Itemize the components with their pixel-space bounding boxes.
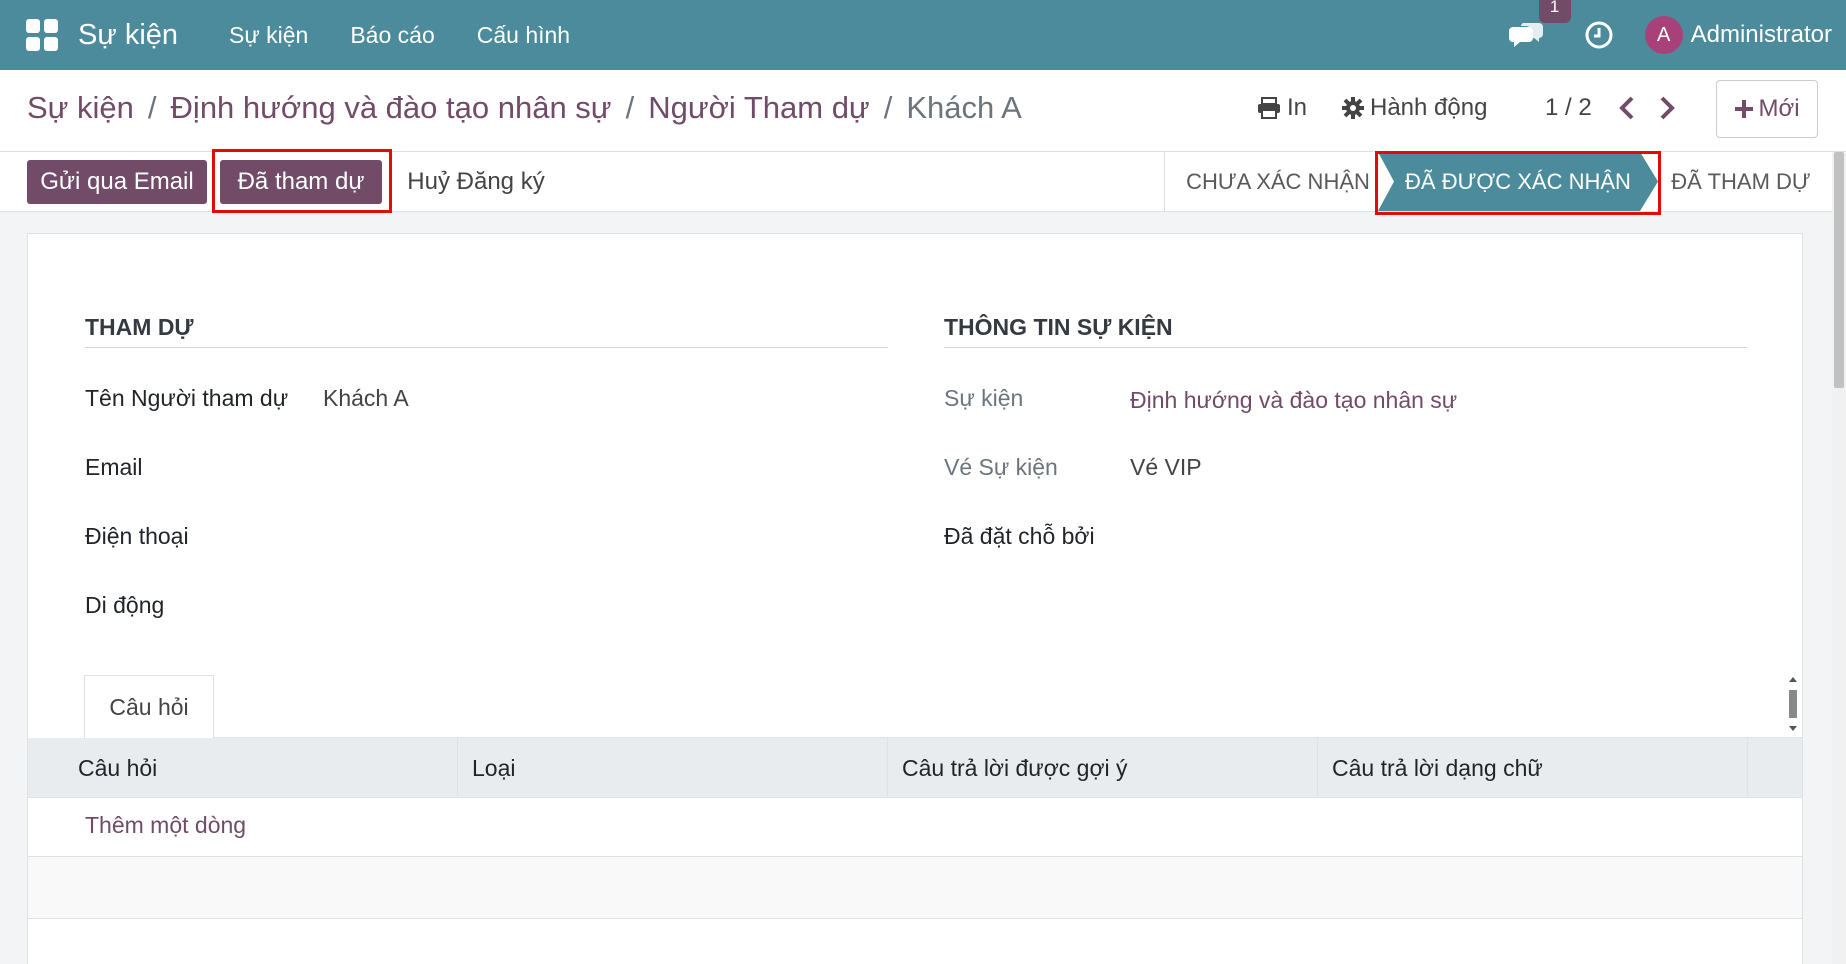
control-panel: Sự kiện / Định hướng và đào tạo nhân sự … — [0, 70, 1846, 152]
printer-icon — [1258, 97, 1280, 119]
column-header-type[interactable]: Loại — [457, 738, 887, 798]
chat-count-badge: 1 — [1538, 0, 1571, 23]
group-divider — [944, 347, 1747, 348]
event-label: Sự kiện — [944, 385, 1024, 411]
group-divider — [85, 347, 888, 348]
column-header-question[interactable]: Câu hỏi — [63, 738, 443, 798]
table-scrollbar[interactable] — [1786, 676, 1800, 732]
attendee-name-label: Tên Người tham dự — [85, 385, 289, 411]
phone-label: Điện thoại — [85, 523, 189, 549]
gear-icon — [1342, 97, 1364, 119]
questions-table-header: Câu hỏi Loại Câu trả lời được gợi ý Câu … — [28, 738, 1802, 798]
mobile-field[interactable] — [323, 592, 883, 620]
send-email-button[interactable]: Gửi qua Email — [27, 160, 207, 204]
breadcrumb-events[interactable]: Sự kiện — [27, 90, 134, 126]
row-divider — [28, 918, 1802, 919]
event-field[interactable]: Định hướng và đào tạo nhân sự — [1130, 387, 1457, 414]
menu-cau-hinh[interactable]: Cấu hình — [477, 22, 570, 49]
breadcrumb-event[interactable]: Định hướng và đào tạo nhân sự — [171, 90, 612, 126]
tab-questions[interactable]: Câu hỏi — [84, 675, 214, 738]
print-label: In — [1287, 94, 1308, 121]
column-header-text-answer[interactable]: Câu trả lời dạng chữ — [1317, 738, 1747, 798]
stage-confirmed[interactable]: ĐÃ ĐƯỢC XÁC NHẬN — [1378, 152, 1658, 211]
action-label: Hành động — [1370, 94, 1488, 121]
app-title[interactable]: Sự kiện — [78, 19, 178, 52]
empty-row — [28, 857, 1802, 918]
status-bar: Gửi qua Email Đã tham dự Huỷ Đăng ký CHƯ… — [0, 149, 1846, 215]
attendance-group-title: THAM DỰ — [85, 314, 194, 340]
new-label: Mới — [1758, 95, 1800, 122]
menu-bao-cao[interactable]: Báo cáo — [350, 22, 434, 49]
mobile-label: Di động — [85, 592, 165, 618]
breadcrumb-current: Khách A — [906, 90, 1022, 125]
event-ticket-field[interactable]: Vé VIP — [1130, 454, 1202, 481]
stage-confirmed-label: ĐÃ ĐƯỢC XÁC NHẬN — [1405, 168, 1631, 194]
user-menu[interactable]: Administrator — [1691, 21, 1832, 49]
booked-by-field[interactable] — [1130, 523, 1730, 551]
stage-divider — [1164, 152, 1165, 211]
attended-button[interactable]: Đã tham dự — [220, 160, 382, 204]
column-separator — [1747, 738, 1748, 798]
breadcrumb: Sự kiện / Định hướng và đào tạo nhân sự … — [27, 90, 1022, 126]
booked-by-label: Đã đặt chỗ bởi — [944, 523, 1095, 549]
page-scrollbar-thumb[interactable] — [1834, 152, 1844, 388]
event-info-group-title: THÔNG TIN SỰ KIỆN — [944, 314, 1173, 340]
add-line-link[interactable]: Thêm một dòng — [85, 812, 246, 839]
menu-su-kien[interactable]: Sự kiện — [229, 22, 308, 49]
apps-menu-icon[interactable] — [26, 19, 58, 51]
stage-unconfirmed[interactable]: CHƯA XÁC NHẬN — [1168, 152, 1388, 211]
column-header-suggested-answer[interactable]: Câu trả lời được gợi ý — [887, 738, 1317, 798]
clock-icon[interactable] — [1583, 19, 1615, 51]
breadcrumb-separator: / — [625, 90, 635, 125]
cancel-registration-button[interactable]: Huỷ Đăng ký — [396, 160, 556, 204]
form-sheet: THAM DỰ Tên Người tham dự Khách A Email … — [27, 233, 1803, 964]
pager-next-icon[interactable] — [1654, 92, 1678, 124]
page-scrollbar[interactable] — [1832, 152, 1846, 964]
plus-icon — [1735, 100, 1754, 118]
stage-attended[interactable]: ĐÃ THAM DỰ — [1664, 152, 1818, 211]
chat-icon[interactable]: 1 — [1508, 0, 1571, 53]
breadcrumb-attendees[interactable]: Người Tham dự — [648, 90, 870, 126]
pager-value[interactable]: 1 / 2 — [1545, 94, 1592, 122]
action-button[interactable]: Hành động — [1342, 94, 1487, 122]
breadcrumb-separator: / — [883, 90, 893, 125]
new-button[interactable]: Mới — [1716, 80, 1818, 138]
email-field[interactable] — [323, 454, 883, 482]
pager-previous-icon[interactable] — [1616, 92, 1640, 124]
email-label: Email — [85, 454, 143, 480]
attendee-name-field[interactable]: Khách A — [323, 385, 409, 412]
event-ticket-label: Vé Sự kiện — [944, 454, 1058, 480]
phone-field[interactable] — [323, 523, 883, 551]
top-navbar: Sự kiện Sự kiện Báo cáo Cấu hình 1 A Adm… — [0, 0, 1846, 70]
print-button[interactable]: In — [1257, 94, 1307, 122]
breadcrumb-separator: / — [147, 90, 157, 125]
avatar[interactable]: A — [1644, 16, 1683, 54]
